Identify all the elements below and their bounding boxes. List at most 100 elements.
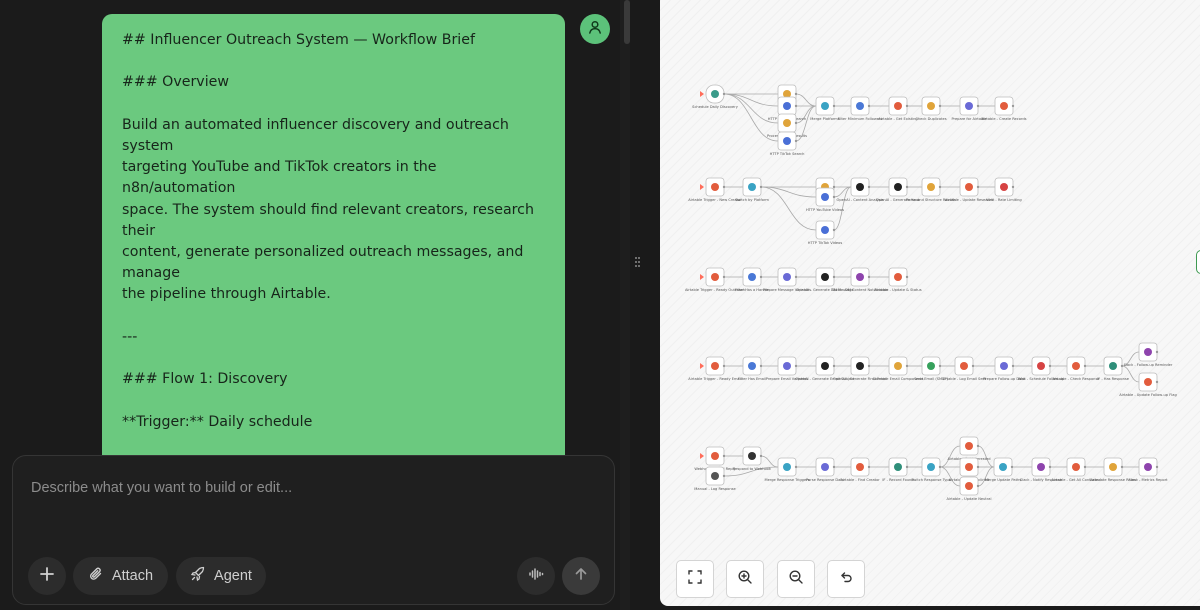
output-port[interactable] bbox=[976, 444, 980, 448]
voice-input-button[interactable] bbox=[517, 557, 555, 595]
workflow-node[interactable]: Slack - Metrics Report bbox=[1128, 457, 1168, 482]
workflow-node[interactable]: Airtable - Check Response bbox=[1052, 356, 1100, 381]
output-port[interactable] bbox=[905, 275, 909, 279]
output-port[interactable] bbox=[832, 465, 836, 469]
output-port[interactable] bbox=[722, 454, 726, 458]
output-port[interactable] bbox=[1011, 364, 1015, 368]
output-port[interactable] bbox=[1010, 465, 1014, 469]
add-button[interactable] bbox=[28, 557, 66, 595]
workflow-node[interactable]: Airtable - Find Creator bbox=[840, 457, 880, 482]
output-port[interactable] bbox=[1155, 465, 1159, 469]
workflow-node[interactable]: Airtable - Create Records bbox=[982, 96, 1027, 121]
output-port[interactable] bbox=[905, 104, 909, 108]
node-label: Schedule Daily Discovery bbox=[692, 105, 739, 109]
output-port[interactable] bbox=[1155, 380, 1159, 384]
workflow-node[interactable]: Wait - Rate Limiting bbox=[986, 177, 1022, 202]
merge-icon bbox=[821, 102, 829, 110]
output-port[interactable] bbox=[867, 465, 871, 469]
output-port[interactable] bbox=[905, 364, 909, 368]
output-port[interactable] bbox=[832, 195, 836, 199]
output-port[interactable] bbox=[722, 364, 726, 368]
output-port[interactable] bbox=[938, 185, 942, 189]
output-port[interactable] bbox=[832, 275, 836, 279]
user-avatar[interactable] bbox=[580, 14, 610, 44]
output-port[interactable] bbox=[722, 474, 726, 478]
workflow-node[interactable]: Filter Minimum Followers bbox=[838, 96, 883, 121]
workflow-node[interactable]: Airtable - Update & Status bbox=[874, 267, 922, 292]
output-port[interactable] bbox=[759, 185, 763, 189]
workflow-node[interactable]: Merge Update Paths bbox=[985, 457, 1021, 482]
output-port[interactable] bbox=[832, 228, 836, 232]
zoom-in-button[interactable] bbox=[726, 560, 764, 598]
output-port[interactable] bbox=[794, 104, 798, 108]
output-port[interactable] bbox=[867, 364, 871, 368]
output-port[interactable] bbox=[794, 364, 798, 368]
output-port[interactable] bbox=[938, 364, 942, 368]
workflow-node[interactable]: Respond to Webhook bbox=[733, 446, 772, 471]
output-port[interactable] bbox=[1083, 465, 1087, 469]
output-port[interactable] bbox=[794, 465, 798, 469]
output-port[interactable] bbox=[1155, 350, 1159, 354]
output-port[interactable] bbox=[867, 275, 871, 279]
workflow-canvas[interactable]: Schedule Daily DiscoveryHTTP YouTube Sea… bbox=[660, 0, 1200, 606]
output-port[interactable] bbox=[938, 465, 942, 469]
output-port[interactable] bbox=[976, 465, 980, 469]
output-port[interactable] bbox=[1120, 465, 1124, 469]
output-port[interactable] bbox=[794, 139, 798, 143]
output-port[interactable] bbox=[794, 121, 798, 125]
output-port[interactable] bbox=[794, 92, 798, 96]
workflow-node[interactable]: Filter Has Email bbox=[738, 356, 766, 381]
output-port[interactable] bbox=[971, 364, 975, 368]
workflow-node[interactable]: HTTP TikTok Videos bbox=[808, 220, 843, 245]
airtable-icon bbox=[960, 362, 968, 370]
output-port[interactable] bbox=[794, 275, 798, 279]
output-port[interactable] bbox=[976, 185, 980, 189]
output-port[interactable] bbox=[938, 104, 942, 108]
output-port[interactable] bbox=[832, 364, 836, 368]
output-port[interactable] bbox=[759, 275, 763, 279]
workflow-node[interactable]: Airtable Trigger - Ready Email bbox=[688, 356, 742, 381]
output-port[interactable] bbox=[905, 185, 909, 189]
waveform-icon bbox=[528, 566, 544, 586]
output-port[interactable] bbox=[1048, 364, 1052, 368]
message-line: **Trigger:** Daily schedule bbox=[122, 413, 313, 430]
fit-view-button[interactable] bbox=[676, 560, 714, 598]
node-label: Airtable - Update Neutral bbox=[946, 497, 991, 501]
output-port[interactable] bbox=[722, 275, 726, 279]
output-port[interactable] bbox=[722, 185, 726, 189]
workflow-node[interactable]: Merge Response Triggers bbox=[764, 457, 810, 482]
output-port[interactable] bbox=[976, 484, 980, 488]
resize-handle[interactable] bbox=[635, 257, 641, 269]
attach-button[interactable]: Attach bbox=[73, 557, 168, 595]
workflow-node[interactable]: Airtable - Get Existing bbox=[878, 96, 918, 121]
send-button[interactable] bbox=[562, 557, 600, 595]
pane-divider[interactable] bbox=[630, 0, 660, 610]
undo-button[interactable] bbox=[827, 560, 865, 598]
output-port[interactable] bbox=[759, 454, 763, 458]
workflow-node[interactable]: Schedule Daily Discovery bbox=[692, 84, 739, 109]
workflow-node[interactable]: Switch by Platform bbox=[735, 177, 769, 202]
output-port[interactable] bbox=[832, 104, 836, 108]
workflow-node[interactable]: Airtable - Log Email Sent bbox=[942, 356, 987, 381]
output-port[interactable] bbox=[1011, 185, 1015, 189]
output-port[interactable] bbox=[1048, 465, 1052, 469]
workflow-node[interactable]: IF - Has Response bbox=[1097, 356, 1130, 381]
workflow-node[interactable]: Parse Response Data bbox=[806, 457, 844, 482]
workflow-node[interactable]: Check Duplicates bbox=[915, 96, 947, 121]
prompt-input[interactable] bbox=[31, 476, 591, 500]
output-port[interactable] bbox=[867, 104, 871, 108]
workflow-node[interactable]: Merge Platforms bbox=[810, 96, 840, 121]
output-port[interactable] bbox=[905, 465, 909, 469]
zoom-out-button[interactable] bbox=[777, 560, 815, 598]
output-port[interactable] bbox=[722, 92, 726, 96]
output-port[interactable] bbox=[1083, 364, 1087, 368]
output-port[interactable] bbox=[759, 364, 763, 368]
workflow-node[interactable]: Slack - Follow-up Reminder bbox=[1124, 342, 1173, 367]
output-port[interactable] bbox=[1011, 104, 1015, 108]
output-port[interactable] bbox=[832, 185, 836, 189]
agent-button[interactable]: Agent bbox=[176, 557, 266, 595]
workflow-node[interactable]: IF - Record Found bbox=[882, 457, 914, 482]
canvas-edge-handle[interactable] bbox=[1196, 250, 1200, 274]
output-port[interactable] bbox=[976, 104, 980, 108]
output-port[interactable] bbox=[867, 185, 871, 189]
